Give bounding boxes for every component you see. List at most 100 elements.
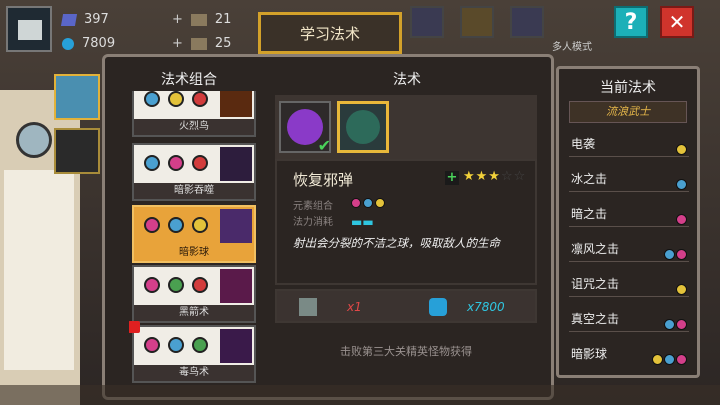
current-spells-panel: 当前法术 流浪武士 电袭 冰之击 暗之击 凛风之击 诅咒之击 真空之击 暗影球: [556, 66, 700, 378]
restore-orb-icon: [346, 110, 380, 144]
frost-element-icon: [664, 354, 675, 365]
combo-list[interactable]: 火烈鸟 暗影吞噬 暗影球 黑箭术 毒鸟术: [129, 91, 259, 391]
new-badge-icon: [129, 321, 140, 333]
spell-description: 射出会分裂的不洁之球，吸取敌人的生命: [293, 236, 500, 250]
poison-element-icon: [676, 214, 687, 225]
fire-element-icon: [192, 155, 208, 171]
combo-name: 毒鸟术: [134, 365, 254, 381]
fire-element-icon: [192, 91, 208, 107]
current-spell-item[interactable]: 诅咒之击: [569, 271, 689, 297]
poison-element-icon: [144, 277, 160, 293]
current-spell-item[interactable]: 暗影球: [569, 341, 689, 367]
light-element-icon: [676, 284, 687, 295]
side-tab-spellbook[interactable]: [54, 74, 100, 120]
npc-beard: [4, 170, 74, 370]
frost-element-icon: [363, 198, 373, 208]
chest-icon[interactable]: [460, 6, 494, 38]
unlock-text: 击败第三大关精英怪物获得: [340, 345, 472, 358]
spell-art-icon: [220, 209, 252, 243]
current-spell-item[interactable]: 电袭: [569, 131, 689, 157]
fire-element-icon: [192, 277, 208, 293]
green-element-icon: [192, 337, 208, 353]
spell-option-restore[interactable]: [337, 101, 389, 153]
spells-title: 法术: [393, 72, 421, 88]
help-icon: ?: [624, 9, 638, 35]
gem-icon: [60, 13, 78, 26]
combo-item-selected[interactable]: 暗影球: [132, 205, 256, 263]
cost-coins: x7800: [467, 300, 505, 314]
element-label: 元素组合: [293, 201, 333, 212]
class-name: 流浪武士: [569, 101, 687, 123]
tab-learn-spells[interactable]: 学习法术: [258, 12, 402, 54]
light-element-icon: [192, 217, 208, 233]
current-spell-item[interactable]: 真空之击: [569, 306, 689, 332]
close-button[interactable]: ✕: [660, 6, 694, 38]
frost-element-icon: [676, 179, 687, 190]
element-icons: [663, 313, 687, 330]
element-icons: [675, 138, 687, 155]
scroll-icon: [299, 298, 317, 316]
current-spell-item[interactable]: 冰之击: [569, 166, 689, 192]
combo-item[interactable]: 暗影吞噬: [132, 143, 256, 201]
gem-shop-icon[interactable]: [410, 6, 444, 38]
frost-element-icon: [168, 337, 184, 353]
avatar-face: [18, 20, 42, 40]
spell-label: 真空之击: [571, 312, 620, 326]
poison-element-icon: [144, 217, 160, 233]
coin-count: 7809: [82, 36, 116, 51]
stars-empty: ☆☆: [500, 169, 527, 184]
magnifier-icon: [16, 122, 52, 158]
close-icon: ✕: [668, 10, 686, 34]
stars-filled: ★★★: [463, 169, 501, 184]
combos-title: 法术组合: [161, 72, 217, 88]
spell-label: 凛风之击: [571, 242, 620, 256]
combo-name: 暗影球: [134, 245, 254, 261]
spell-label: 诅咒之击: [571, 277, 620, 291]
element-icons: [675, 278, 687, 295]
mana-label: 法力消耗: [293, 217, 333, 228]
light-element-icon: [168, 91, 184, 107]
current-spell-item[interactable]: 凛风之击: [569, 236, 689, 262]
combo-name: 火烈鸟: [134, 119, 254, 135]
combo-item[interactable]: 黑箭术: [132, 265, 256, 323]
light-element-icon: [375, 198, 385, 208]
spell-detail-area: ✔ 恢复邪弹 + ★★★☆☆ 元素组合 法力消耗 ▬▬ 射出会分裂的不洁之球，吸…: [275, 95, 537, 285]
spell-label: 电袭: [571, 137, 596, 151]
frost-element-icon: [144, 91, 160, 107]
multiplayer-label: 多人模式: [552, 42, 592, 53]
light-element-icon: [652, 354, 663, 365]
green-element-icon: [168, 277, 184, 293]
material1-counter: + 21: [172, 12, 232, 27]
poison-element-icon: [676, 249, 687, 260]
spell-art-icon: [220, 91, 252, 117]
frost-element-icon: [664, 319, 675, 330]
help-button[interactable]: ?: [614, 6, 648, 38]
player-avatar[interactable]: [6, 6, 52, 52]
upgrade-plus-icon[interactable]: +: [445, 171, 459, 185]
spell-option-shadow[interactable]: ✔: [279, 101, 331, 155]
tab-label: 学习法术: [299, 24, 360, 43]
side-tab-items[interactable]: [54, 128, 100, 174]
element-icons: [651, 348, 687, 365]
spell-label: 暗影球: [571, 347, 608, 361]
poison-element-icon: [168, 155, 184, 171]
poison-element-icon: [144, 337, 160, 353]
current-spell-item[interactable]: 暗之击: [569, 201, 689, 227]
mana-cost: ▬▬: [351, 215, 374, 229]
element-icons: [675, 208, 687, 225]
check-icon: ✔: [317, 136, 331, 155]
multiplayer-icon[interactable]: [510, 6, 544, 38]
coin-counter: 7809: [62, 36, 115, 51]
spell-detail-box: 恢复邪弹 + ★★★☆☆ 元素组合 法力消耗 ▬▬ 射出会分裂的不洁之球，吸取敌…: [275, 159, 537, 285]
frost-element-icon: [664, 249, 675, 260]
poison-element-icon: [676, 319, 687, 330]
gem-count: 397: [84, 12, 109, 27]
element-icons: [675, 173, 687, 190]
spell-panel: 法术组合 法术 火烈鸟 暗影吞噬 暗影球 黑箭术 毒鸟术 ✔ 恢复邪弹 + ★★…: [102, 54, 554, 400]
combo-item[interactable]: 毒鸟术: [129, 321, 256, 383]
spell-name: 恢复邪弹: [293, 171, 354, 189]
combo-name: 黑箭术: [134, 305, 254, 321]
coin-icon: [429, 298, 447, 316]
element-icons: [663, 243, 687, 260]
combo-item[interactable]: 火烈鸟: [132, 91, 256, 137]
